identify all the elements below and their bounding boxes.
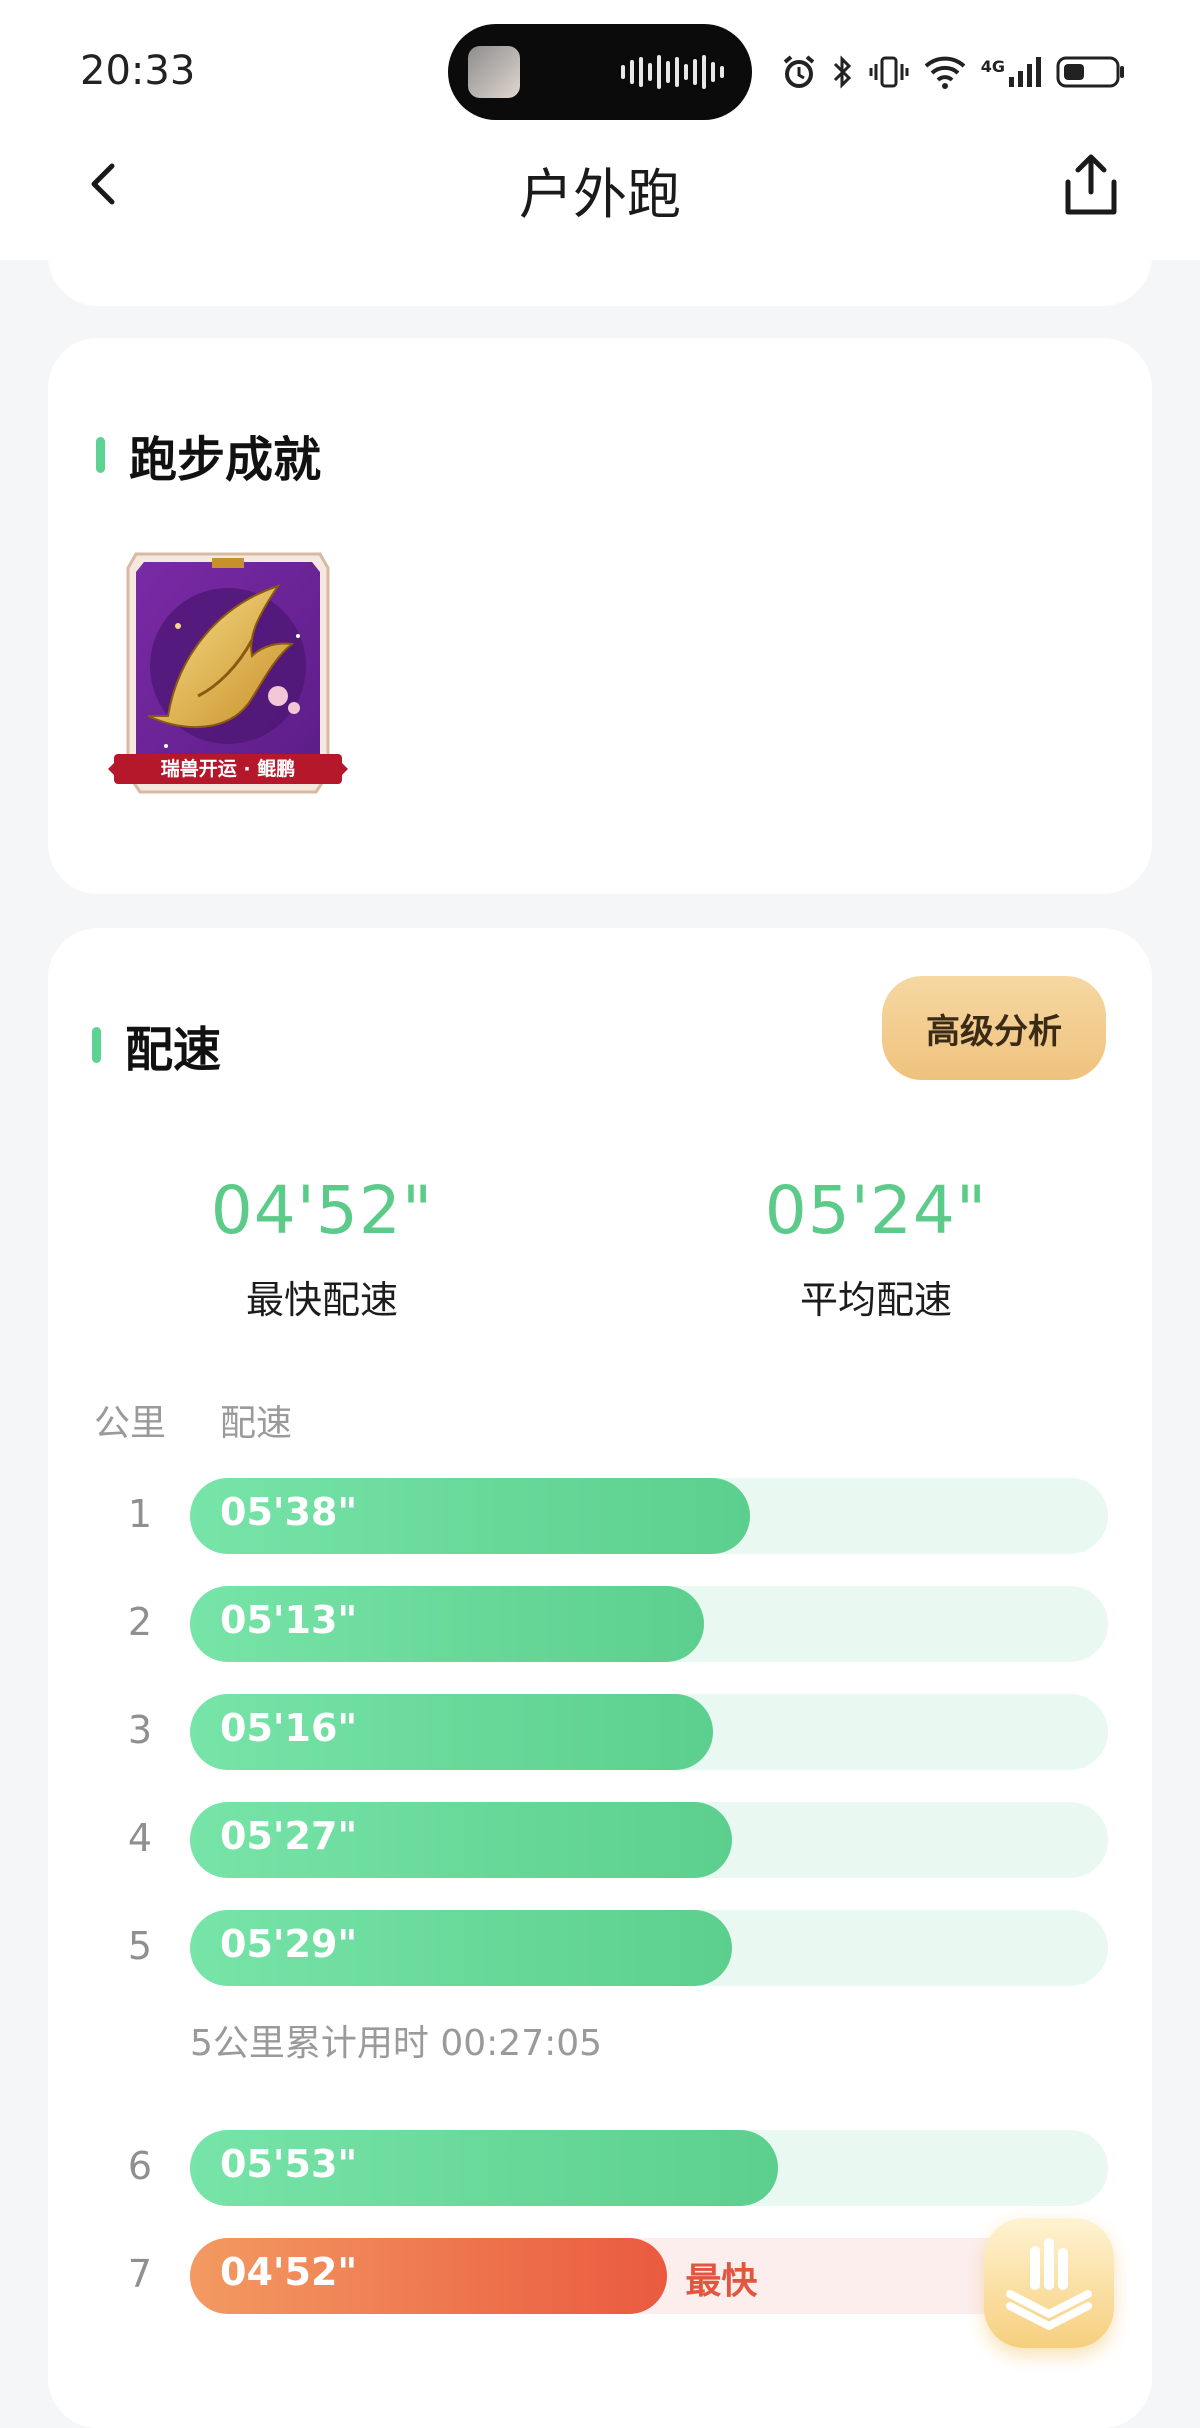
wifi-icon [924,56,966,89]
split-km: 3 [127,1708,153,1752]
split-row: 1 05'38" [48,1478,1152,1554]
split-pace: 05'27" [220,1814,358,1858]
split-track: 04'52" 最快 [190,2238,1108,2314]
split-pace: 05'16" [220,1706,358,1750]
split-pace: 05'53" [220,2142,358,2186]
split-row: 5 05'29" [48,1910,1152,1986]
pace-title: 配速 [125,1022,222,1078]
stats-logo-icon [1006,2238,1092,2330]
split-bar: 05'29" [190,1910,732,1986]
split-bar: 05'27" [190,1802,732,1878]
bluetooth-icon [833,55,851,89]
split-bar: 05'13" [190,1586,705,1662]
split-pace: 04'52" [220,2250,358,2294]
achievements-title: 跑步成就 [129,432,322,488]
split-bar: 05'38" [190,1478,750,1554]
split-row: 6 05'53" [48,2130,1152,2206]
fastest-tag: 最快 [685,2261,758,2302]
split-km: 1 [127,1492,153,1536]
split-row: 2 05'13" [48,1586,1152,1662]
badge-caption: 瑞兽开运 · 鲲鹏 [161,757,295,780]
share-icon[interactable] [1060,152,1122,218]
network-type: 4G [980,57,1005,76]
cumulative-time-note: 5公里累计用时 00:27:05 [190,2023,603,2064]
floating-assistant-button[interactable] [984,2218,1114,2348]
status-icons: 4G [781,48,1126,96]
split-track: 05'29" [190,1910,1108,1986]
column-header-pace: 配速 [220,1403,293,1444]
battery-icon [1056,56,1124,88]
split-bar: 04'52" [190,2238,668,2314]
status-time: 20:33 [80,48,196,94]
split-km: 2 [127,1600,153,1644]
split-row: 4 05'27" [48,1802,1152,1878]
split-pace: 05'13" [220,1598,358,1642]
advanced-analysis-button[interactable]: 高级分析 [882,976,1106,1080]
split-bar: 05'16" [190,1694,714,1770]
previous-card-bottom [48,230,1152,306]
average-pace-stat: 05'24" 平均配速 [696,1172,1056,1324]
fastest-pace-stat: 04'52" 最快配速 [142,1172,502,1324]
split-track: 05'16" [190,1694,1108,1770]
average-pace-value: 05'24" [764,1172,988,1249]
fastest-pace-value: 04'52" [210,1172,434,1249]
achievements-heading: 跑步成就 [96,420,321,490]
section-accent-bar [92,1027,101,1063]
split-km: 4 [127,1816,153,1860]
dynamic-island[interactable] [448,24,752,120]
signal-icon [1009,57,1041,87]
split-track: 05'53" [190,2130,1108,2206]
now-playing-thumbnail [468,46,520,98]
split-bar: 05'53" [190,2130,778,2206]
split-pace: 05'38" [220,1490,358,1534]
split-km: 6 [127,2144,153,2188]
kunpeng-medal-badge[interactable]: 瑞兽开运 · 鲲鹏 [108,546,348,802]
achievements-card: 跑步成就 瑞兽开运 · 鲲鹏 [48,338,1152,894]
split-track: 05'13" [190,1586,1108,1662]
split-track: 05'27" [190,1802,1108,1878]
alarm-icon [783,55,815,88]
pace-card: 配速 高级分析 04'52" 最快配速 05'24" 平均配速 公里 配速 1 0… [48,928,1152,2428]
average-pace-label: 平均配速 [799,1278,952,1322]
split-km: 7 [127,2252,153,2296]
section-accent-bar [96,437,105,473]
split-pace: 05'29" [220,1922,358,1966]
vibrate-icon [869,56,909,88]
status-bar: 20:33 4G [0,0,1200,130]
split-row: 3 05'16" [48,1694,1152,1770]
column-header-km: 公里 [94,1403,167,1444]
page-title: 户外跑 [519,163,681,226]
audio-wave-icon [621,54,724,90]
split-km: 5 [127,1924,153,1968]
fastest-pace-label: 最快配速 [245,1278,398,1322]
pace-heading: 配速 [92,1010,221,1080]
split-track: 05'38" [190,1478,1108,1554]
